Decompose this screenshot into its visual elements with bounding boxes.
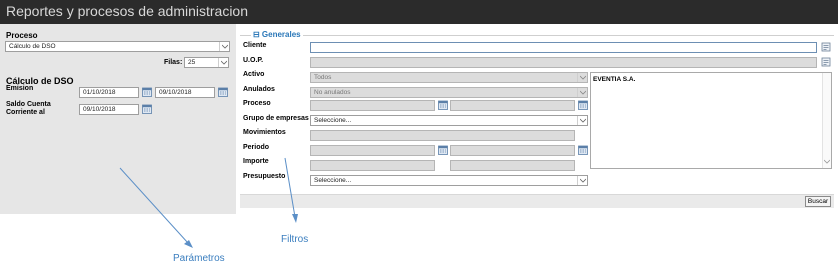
- calendar-icon[interactable]: [578, 145, 588, 155]
- chevron-down-icon: [218, 58, 228, 67]
- generales-legend[interactable]: ⊟ Generales: [251, 30, 303, 39]
- periodo-label: Periodo: [243, 144, 270, 151]
- chevron-down-icon[interactable]: [824, 159, 830, 164]
- activo-label: Activo: [243, 71, 265, 78]
- emision-to-input[interactable]: 09/10/2018: [155, 87, 215, 98]
- presupuesto-select[interactable]: Seleccione...: [310, 175, 588, 186]
- movimientos-label: Movimientos: [243, 129, 286, 136]
- presupuesto-label: Presupuesto: [243, 173, 286, 180]
- uop-input[interactable]: [310, 57, 817, 68]
- list-item[interactable]: EVENTIA S.A.: [593, 76, 635, 83]
- periodo-from-input[interactable]: [310, 145, 435, 156]
- saldo-label-line2: Corriente al: [6, 109, 45, 116]
- grupo-select[interactable]: Seleccione...: [310, 115, 588, 126]
- calendar-icon[interactable]: [218, 87, 228, 97]
- calendar-icon[interactable]: [578, 100, 588, 110]
- saldo-date-value: 09/10/2018: [83, 106, 116, 113]
- importe-label: Importe: [243, 158, 269, 165]
- activo-select-value: Todos: [314, 74, 332, 81]
- chevron-down-icon: [577, 116, 587, 125]
- uop-label: U.O.P.: [243, 57, 264, 64]
- filas-label: Filas:: [164, 59, 183, 66]
- page: Reportes y procesos de administracion Pr…: [0, 0, 838, 274]
- list-scrollbar[interactable]: [822, 73, 831, 168]
- proceso-filter-label: Proceso: [243, 100, 271, 107]
- saldo-date-input[interactable]: 09/10/2018: [79, 104, 139, 115]
- proceso-select[interactable]: Cálculo de DSO: [5, 41, 230, 52]
- emision-to-value: 09/10/2018: [159, 89, 192, 96]
- grupo-label: Grupo de empresas: [243, 115, 309, 122]
- periodo-to-input[interactable]: [450, 145, 575, 156]
- arrow-filtros: [284, 157, 296, 218]
- emision-from-input[interactable]: 01/10/2018: [79, 87, 139, 98]
- chevron-down-icon: [219, 42, 229, 51]
- filtros-annotation: Filtros: [281, 234, 309, 245]
- proceso-to-input[interactable]: [450, 100, 575, 111]
- emision-from-value: 01/10/2018: [83, 89, 116, 96]
- proceso-select-value: Cálculo de DSO: [9, 43, 56, 50]
- parametros-annotation: Parámetros: [173, 253, 225, 264]
- lookup-icon[interactable]: [821, 57, 831, 67]
- clientes-list[interactable]: EVENTIA S.A.: [590, 72, 832, 169]
- chevron-down-icon: [577, 73, 587, 82]
- anulados-label: Anulados: [243, 86, 275, 93]
- anulados-select[interactable]: No anulados: [310, 87, 588, 98]
- arrow-filtros-head: [292, 214, 298, 223]
- buscar-button[interactable]: Buscar: [805, 196, 831, 207]
- cliente-label: Cliente: [243, 42, 267, 49]
- movimientos-input[interactable]: [310, 130, 575, 141]
- chevron-down-icon: [577, 176, 587, 185]
- calendar-icon[interactable]: [438, 100, 448, 110]
- cliente-input[interactable]: [310, 42, 817, 53]
- importe-to-input[interactable]: [450, 160, 575, 171]
- grupo-select-value: Seleccione...: [314, 117, 352, 124]
- filters-fieldset-border: [240, 35, 834, 36]
- chevron-down-icon: [577, 88, 587, 97]
- calendar-icon[interactable]: [438, 145, 448, 155]
- anulados-select-value: No anulados: [314, 89, 351, 96]
- lookup-icon[interactable]: [821, 42, 831, 52]
- importe-from-input[interactable]: [310, 160, 435, 171]
- proceso-heading: Proceso: [6, 31, 38, 40]
- presupuesto-select-value: Seleccione...: [314, 177, 352, 184]
- window-title: Reportes y procesos de administracion: [6, 3, 249, 19]
- actions-bar: [240, 194, 834, 208]
- activo-select[interactable]: Todos: [310, 72, 588, 83]
- parameters-panel: [0, 24, 236, 214]
- arrow-parametros-head: [184, 240, 193, 248]
- emision-label: Emision: [6, 85, 34, 92]
- filas-select[interactable]: 25: [184, 57, 229, 68]
- calendar-icon[interactable]: [142, 87, 152, 97]
- filas-select-value: 25: [188, 59, 196, 66]
- calendar-icon[interactable]: [142, 104, 152, 114]
- saldo-label-line1: Saldo Cuenta: [6, 101, 51, 108]
- proceso-from-input[interactable]: [310, 100, 435, 111]
- title-bar: Reportes y procesos de administracion: [0, 0, 838, 24]
